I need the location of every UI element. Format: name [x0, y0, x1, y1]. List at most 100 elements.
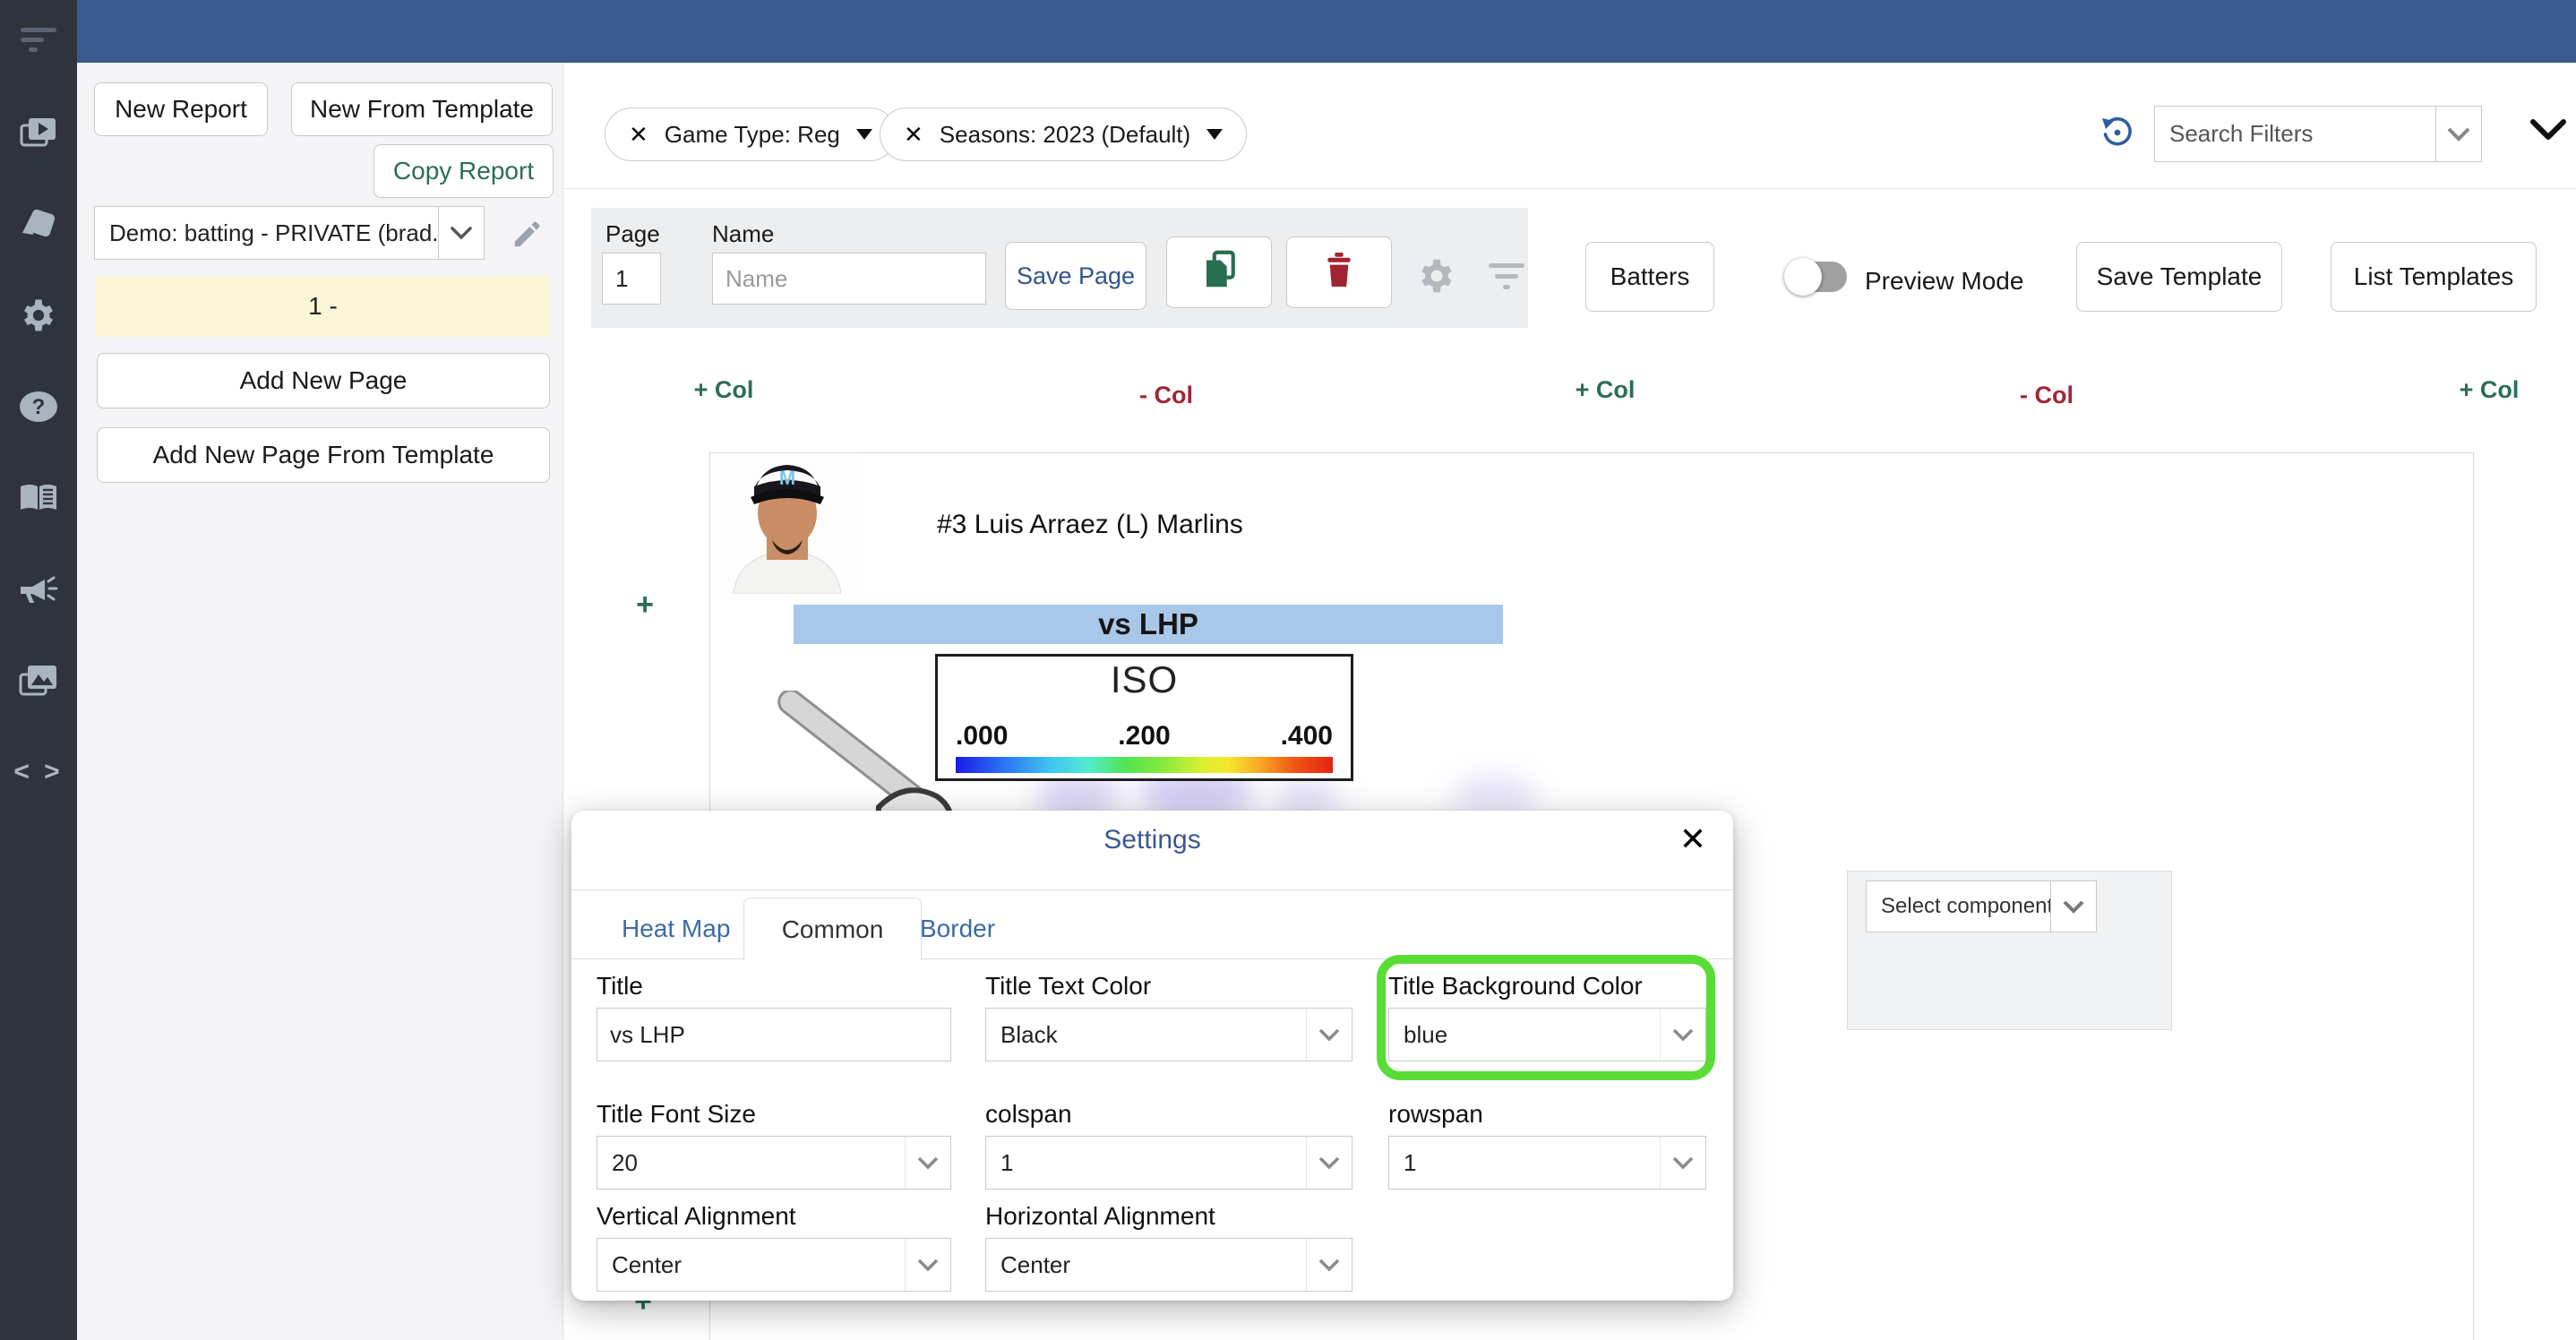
- sidebar-nav: ? < >: [0, 0, 77, 1340]
- colspan-value: 1: [1000, 1148, 1014, 1176]
- settings-gear-icon[interactable]: [0, 292, 77, 339]
- rowspan-value: 1: [1404, 1148, 1417, 1176]
- preview-mode-label: Preview Mode: [1865, 267, 2024, 295]
- title-text-color-label: Title Text Color: [985, 972, 1152, 1000]
- filter-chip-label: Game Type: Reg: [664, 120, 840, 148]
- save-page-button[interactable]: Save Page: [1005, 242, 1146, 310]
- settings-modal: Settings ✕ Heat Map Common Border Title …: [571, 811, 1733, 1301]
- add-new-page-button[interactable]: Add New Page: [97, 353, 550, 408]
- legend-tick-min: .000: [956, 721, 1009, 751]
- heatmap-blob: [1273, 780, 1341, 814]
- title-background-color-value: blue: [1404, 1020, 1448, 1048]
- legend-title: ISO: [1110, 658, 1179, 700]
- title-input[interactable]: [597, 1008, 951, 1061]
- chevron-down-icon: [905, 1239, 950, 1291]
- chevron-down-icon: [1306, 1009, 1352, 1061]
- player-headshot: M: [711, 454, 863, 594]
- filter-chip-game-type[interactable]: ✕ Game Type: Reg: [605, 107, 897, 161]
- app-root: ? < > New Report New From Template Copy …: [0, 0, 2576, 1340]
- page-list-item-1[interactable]: 1 -: [96, 276, 550, 337]
- title-font-size-value: 20: [612, 1148, 638, 1176]
- filter-history-icon[interactable]: [2099, 116, 2134, 154]
- rowspan-select[interactable]: 1: [1388, 1136, 1706, 1190]
- remove-column-button[interactable]: - Col: [1130, 382, 1202, 409]
- copy-page-button[interactable]: [1166, 236, 1272, 308]
- page-name-input[interactable]: [712, 253, 986, 305]
- add-new-page-from-template-button[interactable]: Add New Page From Template: [97, 427, 550, 483]
- copy-page-icon: [1200, 249, 1238, 296]
- title-background-color-select[interactable]: blue: [1388, 1008, 1706, 1061]
- chevron-down-icon: [1660, 1009, 1705, 1061]
- name-label: Name: [712, 220, 775, 247]
- vertical-alignment-select[interactable]: Center: [597, 1238, 951, 1292]
- filter-lines-icon[interactable]: [0, 16, 77, 63]
- section-title-bar[interactable]: vs LHP: [794, 605, 1503, 644]
- horizontal-alignment-select[interactable]: Center: [985, 1238, 1352, 1292]
- report-selector[interactable]: Demo: batting - PRIVATE (brad...: [94, 206, 485, 260]
- top-bar: [77, 0, 2576, 63]
- add-row-button[interactable]: +: [629, 588, 661, 623]
- legend-gradient: [956, 757, 1333, 773]
- chevron-down-icon: [2050, 881, 2096, 932]
- remove-filter-icon[interactable]: ✕: [904, 121, 923, 149]
- colspan-select[interactable]: 1: [985, 1136, 1352, 1190]
- announcements-icon[interactable]: [0, 566, 77, 613]
- batters-button[interactable]: Batters: [1585, 242, 1714, 312]
- remove-filter-icon[interactable]: ✕: [629, 121, 648, 149]
- video-library-icon[interactable]: [0, 109, 77, 156]
- search-filters-combobox[interactable]: Search Filters: [2154, 106, 2482, 162]
- svg-text:?: ?: [32, 395, 46, 419]
- delete-page-button[interactable]: [1286, 236, 1392, 308]
- report-selector-value: Demo: batting - PRIVATE (brad...: [109, 219, 438, 246]
- copy-report-button[interactable]: Copy Report: [374, 144, 554, 198]
- code-icon[interactable]: < >: [0, 749, 77, 795]
- preview-mode-toggle-knob[interactable]: [1784, 258, 1822, 296]
- title-font-size-label: Title Font Size: [597, 1100, 756, 1128]
- legend-tick-mid: .200: [1118, 721, 1171, 751]
- legend-tick-max: .400: [1280, 721, 1333, 751]
- heatmap-blob: [1452, 776, 1538, 813]
- title-text-color-value: Black: [1000, 1020, 1058, 1048]
- chevron-down-icon: [1660, 1137, 1705, 1189]
- page-settings-gear-icon[interactable]: [1417, 256, 1456, 300]
- save-template-button[interactable]: Save Template: [2076, 242, 2282, 312]
- new-from-template-button[interactable]: New From Template: [291, 82, 553, 136]
- title-text-color-select[interactable]: Black: [985, 1008, 1352, 1061]
- add-column-button[interactable]: + Col: [2453, 376, 2525, 404]
- rowspan-label: rowspan: [1388, 1100, 1483, 1128]
- chevron-down-icon: [1306, 1137, 1352, 1189]
- player-name: #3 Luis Arraez (L) Marlins: [937, 510, 1243, 539]
- component-picker[interactable]: Select component: [1866, 880, 2097, 932]
- cards-icon[interactable]: [0, 201, 77, 247]
- remove-column-button[interactable]: - Col: [2011, 382, 2082, 409]
- trash-icon: [1322, 250, 1356, 296]
- edit-report-icon[interactable]: [511, 217, 545, 255]
- filter-chip-seasons[interactable]: ✕ Seasons: 2023 (Default): [880, 107, 1248, 161]
- modal-divider: [571, 889, 1733, 890]
- search-filters-placeholder: Search Filters: [2169, 120, 2314, 147]
- svg-text:M: M: [779, 467, 795, 489]
- page-filter-icon[interactable]: [1487, 262, 1526, 296]
- help-icon[interactable]: ?: [0, 383, 77, 430]
- image-library-icon[interactable]: [0, 657, 77, 704]
- caret-down-icon: [855, 129, 872, 140]
- vertical-alignment-value: Center: [612, 1250, 683, 1278]
- chevron-down-icon: [2435, 107, 2481, 161]
- title-font-size-select[interactable]: 20: [597, 1136, 951, 1190]
- title-label: Title: [597, 972, 643, 1000]
- filter-bar-divider: [563, 188, 2576, 189]
- title-background-color-label: Title Background Color: [1388, 972, 1643, 1000]
- tab-common[interactable]: Common: [743, 898, 922, 960]
- add-column-button[interactable]: + Col: [1569, 376, 1641, 404]
- new-report-button[interactable]: New Report: [94, 82, 268, 136]
- list-templates-button[interactable]: List Templates: [2331, 242, 2537, 312]
- close-icon[interactable]: ✕: [1679, 823, 1706, 855]
- tab-heat-map[interactable]: Heat Map: [607, 898, 744, 959]
- collapse-filters-icon[interactable]: [2529, 118, 2567, 148]
- filter-chip-label: Seasons: 2023 (Default): [939, 120, 1191, 148]
- chevron-down-icon: [905, 1137, 950, 1189]
- add-column-button[interactable]: + Col: [688, 376, 760, 404]
- playbook-icon[interactable]: [0, 475, 77, 521]
- modal-title: Settings: [1103, 825, 1201, 855]
- page-number-input[interactable]: [602, 253, 661, 305]
